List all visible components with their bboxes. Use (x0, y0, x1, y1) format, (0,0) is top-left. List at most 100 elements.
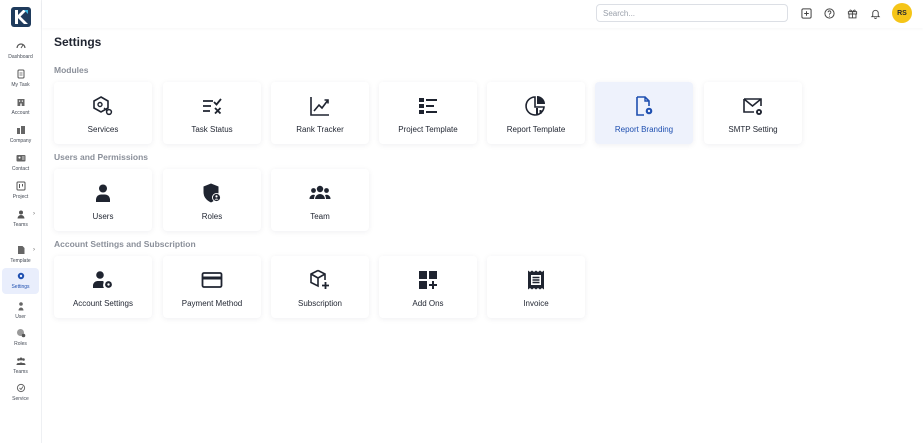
gift-icon[interactable] (846, 7, 858, 19)
company-icon (16, 125, 26, 135)
card-invoice[interactable]: Invoice (487, 256, 585, 318)
sidebar-item-dashboard[interactable]: Dashboard (2, 38, 39, 64)
help-icon[interactable] (823, 7, 835, 19)
app-root: Dashboard My Task Account Company Contac… (0, 0, 923, 443)
section-title-users-permissions: Users and Permissions (54, 152, 149, 162)
card-label: Users (92, 212, 114, 221)
trend-chart-icon (309, 95, 331, 117)
card-roles[interactable]: Roles (163, 169, 261, 231)
sidebar-item-label: Settings (11, 284, 30, 290)
section-title-account-subscription: Account Settings and Subscription (54, 239, 196, 249)
sidebar-item-label: Service (12, 396, 29, 402)
template-icon (16, 245, 26, 255)
section-title-modules: Modules (54, 65, 89, 75)
chevron-right-icon: › (33, 247, 35, 253)
card-report-branding[interactable]: Report Branding (595, 82, 693, 144)
sidebar-item-label: Roles (14, 341, 27, 347)
sidebar-item-user[interactable]: User (2, 298, 39, 324)
card-task-status[interactable]: Task Status (163, 82, 261, 144)
sidebar-item-project[interactable]: Project (2, 178, 39, 204)
page-title: Settings (54, 35, 102, 49)
mail-settings-icon (742, 95, 764, 117)
contact-card-icon (16, 153, 26, 163)
sidebar-item-contact[interactable]: Contact (2, 150, 39, 176)
sidebar-item-company[interactable]: Company (2, 122, 39, 148)
card-label: Team (310, 212, 330, 221)
sidebar-item-my-task[interactable]: My Task (2, 66, 39, 92)
card-account-settings[interactable]: Account Settings (54, 256, 152, 318)
card-label: Services (87, 125, 119, 134)
project-icon (16, 181, 26, 191)
roles-icon (16, 328, 26, 338)
sidebar-item-teams[interactable]: Teams › (2, 206, 39, 232)
user-settings-icon (92, 269, 114, 291)
grid-add-icon (417, 269, 439, 291)
sidebar-item-service[interactable]: Service (2, 380, 39, 406)
file-settings-icon (633, 95, 655, 117)
avatar[interactable]: RS (892, 3, 912, 23)
search-input[interactable] (596, 4, 788, 22)
bell-icon[interactable] (869, 7, 881, 19)
package-add-icon (309, 269, 331, 291)
sidebar: Dashboard My Task Account Company Contac… (0, 0, 42, 443)
card-rank-tracker[interactable]: Rank Tracker (271, 82, 369, 144)
card-label: Task Status (191, 125, 233, 134)
service-icon (16, 383, 26, 393)
card-services[interactable]: Services (54, 82, 152, 144)
building-icon (16, 97, 26, 107)
card-label: Project Template (398, 125, 458, 134)
card-label: Roles (201, 212, 223, 221)
card-label: Report Branding (614, 125, 674, 134)
sidebar-item-teams-2[interactable]: Teams (2, 353, 39, 379)
card-label: Report Template (506, 125, 566, 134)
card-label: Subscription (297, 299, 343, 308)
sidebar-item-label: Account (11, 110, 30, 116)
invoice-receipt-icon (525, 269, 547, 291)
card-smtp-setting[interactable]: SMTP Setting (704, 82, 802, 144)
dashboard-icon (15, 41, 26, 51)
card-subscription[interactable]: Subscription (271, 256, 369, 318)
app-logo[interactable] (11, 7, 31, 27)
services-hexagon-icon (92, 95, 114, 117)
user-icon (92, 182, 114, 204)
card-users[interactable]: Users (54, 169, 152, 231)
card-label: SMTP Setting (728, 125, 778, 134)
sidebar-item-label: Template (10, 258, 31, 264)
shield-user-icon (201, 182, 223, 204)
card-add-ons[interactable]: Add Ons (379, 256, 477, 318)
team-icon (16, 356, 26, 366)
credit-card-icon (201, 269, 223, 291)
sidebar-item-label: User (15, 314, 26, 320)
sidebar-item-label: Teams (13, 222, 28, 228)
list-template-icon (417, 95, 439, 117)
sidebar-item-roles[interactable]: Roles (2, 325, 39, 351)
card-payment-method[interactable]: Payment Method (163, 256, 261, 318)
sidebar-item-label: Company (9, 138, 32, 144)
card-label: Account Settings (72, 299, 134, 308)
card-team[interactable]: Team (271, 169, 369, 231)
card-label: Payment Method (181, 299, 243, 308)
sidebar-item-template[interactable]: Template › (2, 242, 39, 268)
sidebar-item-label: My Task (11, 82, 30, 88)
user-icon (16, 301, 26, 311)
card-label: Rank Tracker (296, 125, 344, 134)
card-label: Add Ons (412, 299, 444, 308)
team-icon (309, 182, 331, 204)
task-status-icon (201, 95, 223, 117)
sidebar-item-label: Contact (11, 166, 30, 172)
sidebar-item-label: Teams (13, 369, 28, 375)
gear-icon (16, 271, 26, 281)
card-report-template[interactable]: Report Template (487, 82, 585, 144)
clipboard-icon (16, 69, 26, 79)
team-icon (16, 209, 26, 219)
topbar: RS (42, 0, 923, 28)
sidebar-item-settings[interactable]: Settings (2, 268, 39, 294)
add-square-icon[interactable] (800, 7, 812, 19)
sidebar-item-label: Dashboard (8, 54, 33, 60)
sidebar-item-label: Project (12, 194, 29, 200)
report-chart-icon (525, 95, 547, 117)
card-label: Invoice (523, 299, 549, 308)
chevron-right-icon: › (33, 211, 35, 217)
card-project-template[interactable]: Project Template (379, 82, 477, 144)
sidebar-item-account[interactable]: Account (2, 94, 39, 120)
